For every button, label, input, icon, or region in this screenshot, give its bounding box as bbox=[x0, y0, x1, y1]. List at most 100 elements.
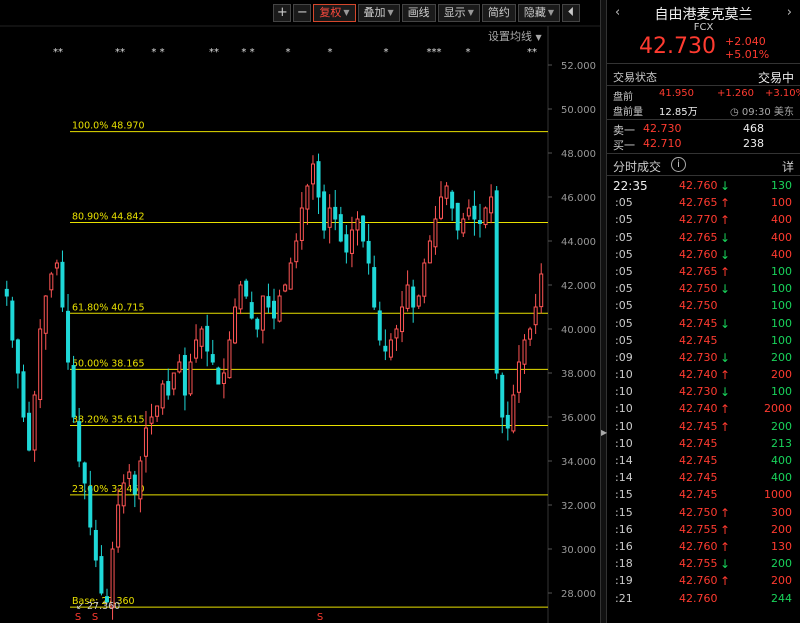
event-marker: * bbox=[466, 47, 471, 58]
event-marker: ** bbox=[527, 47, 537, 58]
tick-row: :05 42.765 ↓ 400 bbox=[607, 231, 800, 248]
quote-panel: ‹ 自由港麦克莫兰 › FCX 42.730 +2.040 +5.01% 交易状… bbox=[607, 0, 800, 623]
arrow-up-icon: ↑ bbox=[720, 368, 731, 383]
candle-body bbox=[182, 355, 187, 396]
candle-body bbox=[149, 416, 154, 424]
candle-body bbox=[483, 207, 488, 226]
tick-volume: 200 bbox=[771, 419, 792, 433]
tick-time: :05 bbox=[615, 316, 633, 330]
tick-time: :05 bbox=[615, 230, 633, 244]
candle-body bbox=[444, 185, 449, 199]
tick-volume: 244 bbox=[771, 591, 792, 605]
arrow-down-icon: ↓ bbox=[720, 247, 731, 262]
kline-chart-svg[interactable]: 52.000 50.000 48.000 46.000 44.000 42.000 40.0… bbox=[0, 0, 600, 623]
tick-time: :19 bbox=[615, 574, 633, 588]
tick-price: 42.745 bbox=[679, 471, 718, 485]
fib-level-label: 100.0% 48.970 bbox=[72, 121, 144, 132]
info-icon[interactable]: i bbox=[671, 157, 686, 172]
ma-setting-button[interactable]: 设置均线 ▼ bbox=[488, 28, 542, 44]
candle-body bbox=[505, 414, 510, 429]
detail-button[interactable]: 详 bbox=[782, 158, 794, 175]
tick-row: 22:35 42.760 ↓ 130 bbox=[607, 179, 800, 196]
tick-row: :15 42.750 ↑ 300 bbox=[607, 506, 800, 523]
forward-icon[interactable]: › bbox=[787, 5, 792, 20]
premarket-info: 盘前 41.950 +1.260 +3.10% 盘前量 12.85万 ◷ 09:… bbox=[607, 86, 800, 120]
tick-volume: 2000 bbox=[764, 402, 792, 416]
candle-body bbox=[383, 345, 388, 352]
candle-body bbox=[466, 207, 471, 217]
tick-volume: 200 bbox=[771, 350, 792, 364]
candle-body bbox=[127, 471, 132, 480]
arrow-down-icon: ↓ bbox=[720, 230, 731, 245]
candle-body bbox=[227, 339, 232, 379]
tick-volume: 400 bbox=[771, 213, 792, 227]
premarket-label: 盘前 bbox=[613, 92, 633, 103]
tick-price: 42.770 bbox=[679, 213, 718, 227]
zoom-in-button[interactable]: + bbox=[273, 4, 292, 22]
candle-body bbox=[283, 284, 288, 292]
tick-volume: 130 bbox=[771, 179, 792, 192]
simple-mode-button[interactable]: 简约 bbox=[481, 4, 516, 22]
tick-time: :16 bbox=[615, 522, 633, 536]
tick-volume: 100 bbox=[771, 264, 792, 278]
kline-chart[interactable]: 52.000 50.000 48.000 46.000 44.000 42.000 40.0… bbox=[0, 0, 600, 623]
tick-price: 42.765 bbox=[679, 264, 718, 278]
candle-body bbox=[199, 328, 204, 347]
arrow-up-icon: ↑ bbox=[720, 264, 731, 279]
arrow-down-icon: ↓ bbox=[720, 282, 731, 297]
candle-body bbox=[327, 207, 332, 228]
order-book: 卖一 42.730 468 买一 42.710 238 bbox=[607, 120, 800, 154]
tick-row: :15 42.745 1000 bbox=[607, 488, 800, 505]
tick-price: 42.730 bbox=[679, 385, 718, 399]
candle-body bbox=[405, 284, 410, 309]
arrow-up-icon: ↑ bbox=[720, 419, 731, 434]
stock-code: FCX bbox=[693, 22, 714, 33]
hide-button[interactable]: 隐藏 ▼ bbox=[517, 4, 560, 22]
ma-setting-label: 设置均线 bbox=[488, 30, 532, 43]
candle-body bbox=[377, 310, 382, 341]
tick-time: :10 bbox=[615, 402, 633, 416]
candle-body bbox=[516, 361, 521, 393]
candle-body bbox=[21, 371, 26, 418]
y-tick-label: 40.000 bbox=[561, 325, 596, 336]
candle-body bbox=[60, 261, 65, 308]
ask-label: 卖一 bbox=[613, 124, 635, 137]
tick-time: :16 bbox=[615, 539, 633, 553]
zoom-out-button[interactable]: − bbox=[293, 4, 312, 22]
tick-volume: 200 bbox=[771, 557, 792, 571]
candle-body bbox=[322, 191, 327, 231]
tick-time: :05 bbox=[615, 333, 633, 347]
panel-divider[interactable] bbox=[600, 0, 607, 623]
tick-row: :05 42.765 ↑ 100 bbox=[607, 265, 800, 282]
overlay-button[interactable]: 叠加 ▼ bbox=[357, 4, 400, 22]
candle-body bbox=[110, 548, 115, 609]
candle-body bbox=[400, 306, 405, 333]
tick-volume: 1000 bbox=[764, 488, 792, 502]
tick-time: :14 bbox=[615, 471, 633, 485]
time-sales-list[interactable]: 22:35 42.760 ↓ 130:05 42.765 ↑ 100:05 42.770 ↑ 40… bbox=[607, 176, 800, 609]
tick-row: :05 42.770 ↑ 400 bbox=[607, 213, 800, 230]
tick-volume: 400 bbox=[771, 230, 792, 244]
tick-row: :05 42.760 ↓ 400 bbox=[607, 248, 800, 265]
draw-line-button[interactable]: 画线 bbox=[401, 4, 436, 22]
tick-time: :21 bbox=[615, 591, 633, 605]
event-marker: * bbox=[328, 47, 333, 58]
rights-button[interactable]: 复权 ▼ bbox=[313, 4, 356, 22]
display-button[interactable]: 显示 ▼ bbox=[437, 4, 480, 22]
candle-body bbox=[54, 262, 59, 269]
tick-volume: 200 bbox=[771, 522, 792, 536]
candle-body bbox=[266, 296, 271, 308]
candle-body bbox=[422, 262, 427, 297]
y-tick-label: 44.000 bbox=[561, 237, 596, 248]
candle-body bbox=[455, 202, 460, 231]
tick-time: :05 bbox=[615, 264, 633, 278]
tick-row: :09 42.730 ↓ 200 bbox=[607, 351, 800, 368]
candle-body bbox=[205, 325, 210, 352]
premarket-price: 41.950 bbox=[659, 88, 694, 99]
fib-level-label: 38.20% 35.615 bbox=[72, 414, 144, 425]
arrow-down-icon: ↓ bbox=[720, 385, 731, 400]
candle-body bbox=[316, 161, 321, 198]
collapse-icon[interactable]: ⏴ bbox=[562, 4, 580, 22]
y-tick-label: 30.000 bbox=[561, 545, 596, 556]
arrow-down-icon: ↓ bbox=[720, 316, 731, 331]
